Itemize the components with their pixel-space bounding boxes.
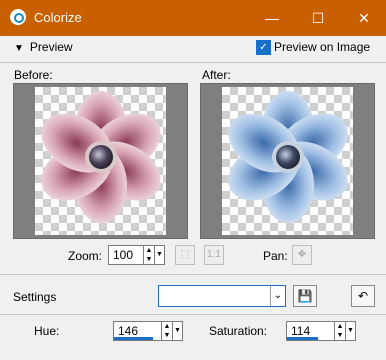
collapse-triangle-icon: ▼ [14, 43, 24, 54]
hue-dropdown-icon[interactable]: ▼ [172, 322, 182, 340]
window-title: Colorize [34, 10, 82, 25]
after-preview[interactable] [200, 83, 375, 239]
preview-toggle-label: Preview [29, 40, 73, 54]
reset-icon[interactable]: ↶ [351, 285, 375, 307]
before-transparency-grid [35, 87, 166, 235]
hue-spin-arrows[interactable]: ▲ ▼ [161, 322, 172, 340]
zoom-value[interactable]: 100 [113, 248, 133, 262]
zoom-actual-icon[interactable]: 1:1 [204, 245, 224, 265]
save-icon[interactable]: 💾 [293, 285, 317, 307]
saturation-field[interactable]: 114 ▲ ▼ ▼ [286, 321, 356, 341]
divider [0, 274, 386, 275]
after-transparency-grid [222, 87, 353, 235]
zoom-spinbox[interactable]: 100 ▲ ▼ ▼ [108, 245, 165, 265]
zoom-spin-arrows[interactable]: ▲ ▼ [143, 246, 154, 264]
settings-combo[interactable]: ⌄ [158, 285, 286, 307]
maximize-button[interactable]: ☐ [296, 4, 340, 32]
saturation-level-bar [287, 337, 318, 340]
after-label: After: [202, 68, 231, 82]
hue-label: Hue: [34, 324, 60, 338]
close-button[interactable]: ✕ [342, 4, 386, 32]
title-bar: Colorize — ☐ ✕ [0, 0, 386, 36]
divider [0, 62, 386, 63]
hue-level-bar [114, 337, 153, 340]
saturation-dropdown-icon[interactable]: ▼ [345, 322, 355, 340]
zoom-label: Zoom: [68, 249, 103, 263]
zoom-dropdown-icon[interactable]: ▼ [154, 246, 164, 264]
saturation-label: Saturation: [209, 324, 268, 338]
saturation-value[interactable]: 114 [291, 324, 310, 338]
pan-move-icon[interactable]: ✥ [292, 245, 312, 265]
before-label: Before: [14, 68, 53, 82]
colorize-app-icon [10, 9, 26, 25]
hue-field[interactable]: 146 ▲ ▼ ▼ [113, 321, 183, 341]
minimize-button[interactable]: — [250, 4, 294, 32]
saturation-spin-arrows[interactable]: ▲ ▼ [334, 322, 345, 340]
preview-on-image-checkbox[interactable]: ✓ [256, 40, 271, 55]
after-flower-image [228, 91, 348, 223]
zoom-fit-icon[interactable]: ⬚ [175, 245, 195, 265]
preview-toggle[interactable]: ▼ Preview [14, 40, 73, 54]
preview-on-image-label[interactable]: Preview on Image [274, 40, 370, 54]
hue-value[interactable]: 146 [118, 324, 138, 338]
settings-label: Settings [13, 290, 57, 304]
before-flower-image [41, 91, 161, 223]
before-preview[interactable] [13, 83, 188, 239]
pan-label: Pan: [263, 249, 288, 263]
divider [0, 314, 386, 315]
chevron-down-icon[interactable]: ⌄ [270, 286, 285, 306]
